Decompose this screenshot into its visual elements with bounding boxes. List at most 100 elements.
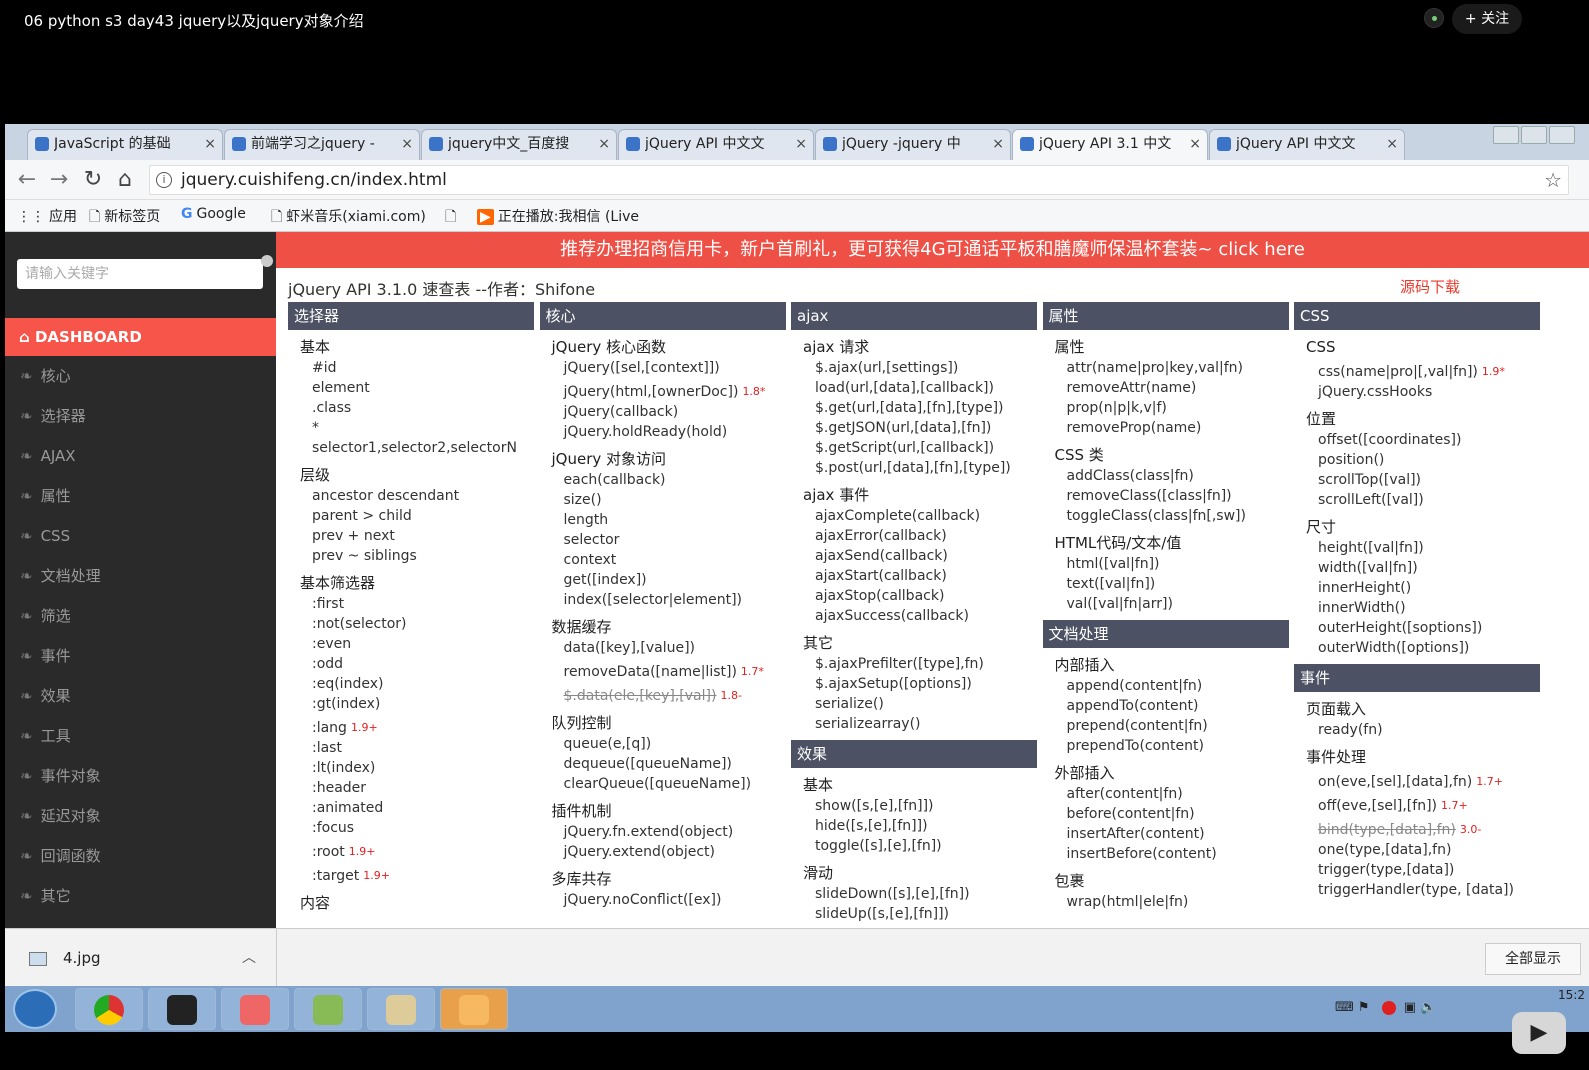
bookmark-6[interactable]: ▶ 正在播放:我相信 (Live [477, 206, 639, 226]
api-link[interactable]: :first [288, 594, 534, 614]
maximize-button[interactable] [1521, 126, 1547, 144]
api-link[interactable]: dequeue([queueName]) [540, 754, 786, 774]
api-link[interactable]: addClass(class|fn) [1043, 466, 1289, 486]
api-link[interactable]: prev ~ siblings [288, 546, 534, 566]
api-link[interactable]: ajaxComplete(callback) [791, 506, 1037, 526]
api-link[interactable]: before(content|fn) [1043, 804, 1289, 824]
scrollbar-thumb[interactable] [261, 255, 273, 267]
api-link[interactable]: $.getScript(url,[callback]) [791, 438, 1037, 458]
promo-banner[interactable]: 推荐办理招商信用卡，新户首刷礼，更可获得4G可通话平板和膳魔师保温杯套装~ cl… [276, 232, 1589, 268]
forward-arrow-icon[interactable]: → [45, 166, 73, 194]
api-link[interactable]: on(eve,[sel],[data],fn) 1.7+ [1294, 772, 1540, 792]
show-all-button[interactable]: 全部显示 [1485, 943, 1581, 975]
chevron-up-icon[interactable]: ︿ [242, 947, 256, 967]
tab-7[interactable]: jQuery API 中文文 × [1209, 129, 1405, 160]
api-link[interactable]: * [288, 418, 534, 438]
api-link[interactable]: length [540, 510, 786, 530]
api-link[interactable]: $.data(ele,[key],[val]) 1.8- [540, 686, 786, 706]
api-link[interactable]: :gt(index) [288, 694, 534, 714]
api-link[interactable]: outerHeight([soptions]) [1294, 618, 1540, 638]
chart-app-taskbar-button[interactable] [294, 988, 362, 1030]
api-link[interactable]: off(eve,[sel],[fn]) 1.7+ [1294, 796, 1540, 816]
api-link[interactable]: :focus [288, 818, 534, 838]
url-text[interactable]: jquery.cuishifeng.cn/index.html [181, 170, 447, 190]
api-link[interactable]: selector1,selector2,selectorN [288, 438, 534, 458]
api-link[interactable]: insertBefore(content) [1043, 844, 1289, 864]
api-link[interactable]: show([s,[e],[fn]]) [791, 796, 1037, 816]
api-link[interactable]: data([key],[value]) [540, 638, 786, 658]
sidebar-item-6[interactable]: ❧ 文档处理 [5, 556, 276, 596]
api-link[interactable]: $.getJSON(url,[data],[fn]) [791, 418, 1037, 438]
api-link[interactable]: appendTo(content) [1043, 696, 1289, 716]
api-link[interactable]: ajaxError(callback) [791, 526, 1037, 546]
record-icon[interactable] [1381, 1000, 1396, 1015]
api-link[interactable]: jQuery.extend(object) [540, 842, 786, 862]
bookmark-4[interactable]: 🗋 虾米音乐(xiami.com) [271, 206, 426, 230]
api-link[interactable]: :animated [288, 798, 534, 818]
api-link[interactable]: .class [288, 398, 534, 418]
api-link[interactable]: :last [288, 738, 534, 758]
api-link[interactable]: :even [288, 634, 534, 654]
api-link[interactable]: prop(n|p|k,v|f) [1043, 398, 1289, 418]
api-link[interactable]: serialize() [791, 694, 1037, 714]
api-link[interactable]: css(name|pro|[,val|fn]) 1.9* [1294, 362, 1540, 382]
api-link[interactable]: innerHeight() [1294, 578, 1540, 598]
api-link[interactable]: slideUp([s,[e],[fn]]) [791, 904, 1037, 924]
api-link[interactable]: html([val|fn]) [1043, 554, 1289, 574]
api-link[interactable]: index([selector|element]) [540, 590, 786, 610]
tab-3[interactable]: jquery中文_百度搜 × [421, 129, 617, 160]
api-link[interactable]: removeAttr(name) [1043, 378, 1289, 398]
api-link[interactable]: offset([coordinates]) [1294, 430, 1540, 450]
api-link[interactable]: ajaxSend(callback) [791, 546, 1037, 566]
api-link[interactable]: :not(selector) [288, 614, 534, 634]
back-arrow-icon[interactable]: ← [13, 166, 41, 194]
bookmark-2[interactable]: 🗋 新标签页 [89, 206, 160, 230]
minimize-button[interactable] [1493, 126, 1519, 144]
api-link[interactable]: :odd [288, 654, 534, 674]
api-link[interactable]: $.ajaxSetup([options]) [791, 674, 1037, 694]
sidebar-item-3[interactable]: ❧ AJAX [5, 436, 276, 476]
api-link[interactable]: jQuery([sel,[context]]) [540, 358, 786, 378]
api-link[interactable]: load(url,[data],[callback]) [791, 378, 1037, 398]
sidebar-dashboard[interactable]: ⌂ DASHBOARD [5, 318, 276, 356]
api-link[interactable]: #id [288, 358, 534, 378]
api-link[interactable]: jQuery(callback) [540, 402, 786, 422]
api-link[interactable]: toggle([s],[e],[fn]) [791, 836, 1037, 856]
api-link[interactable]: after(content|fn) [1043, 784, 1289, 804]
sidebar-item-13[interactable]: ❧ 回调函数 [5, 836, 276, 876]
tab-2[interactable]: 前端学习之jquery - × [224, 129, 420, 160]
sidebar-item-9[interactable]: ❧ 效果 [5, 676, 276, 716]
flag-icon[interactable]: ⚑ [1358, 1000, 1370, 1015]
api-link[interactable]: innerWidth() [1294, 598, 1540, 618]
api-link[interactable]: removeClass([class|fn]) [1043, 486, 1289, 506]
api-link[interactable]: :header [288, 778, 534, 798]
api-link[interactable]: :lt(index) [288, 758, 534, 778]
pycharm-taskbar-button[interactable] [148, 988, 216, 1030]
bookmark-1[interactable]: ⋮⋮ 应用 [17, 206, 77, 226]
home-icon[interactable]: ⌂ [111, 166, 139, 194]
sidebar-item-12[interactable]: ❧ 延迟对象 [5, 796, 276, 836]
api-link[interactable]: :target 1.9+ [288, 866, 534, 886]
api-link[interactable]: scrollLeft([val]) [1294, 490, 1540, 510]
api-link[interactable]: element [288, 378, 534, 398]
api-link[interactable]: jQuery.noConflict([ex]) [540, 890, 786, 910]
api-link[interactable]: bind(type,[data],fn) 3.0- [1294, 820, 1540, 840]
sidebar-item-4[interactable]: ❧ 属性 [5, 476, 276, 516]
api-link[interactable]: jQuery(html,[ownerDoc]) 1.8* [540, 382, 786, 402]
api-link[interactable]: $.ajax(url,[settings]) [791, 358, 1037, 378]
api-link[interactable]: prependTo(content) [1043, 736, 1289, 756]
bookmark-3[interactable]: G Google [181, 206, 246, 222]
api-link[interactable]: get([index]) [540, 570, 786, 590]
api-link[interactable]: ajaxStart(callback) [791, 566, 1037, 586]
download-item[interactable]: 4.jpg [29, 949, 101, 967]
api-link[interactable]: prev + next [288, 526, 534, 546]
api-link[interactable]: serializearray() [791, 714, 1037, 734]
bookmark-star-icon[interactable]: ☆ [1544, 168, 1562, 192]
info-icon[interactable]: i [156, 172, 172, 188]
api-link[interactable]: :lang 1.9+ [288, 718, 534, 738]
sidebar-item-7[interactable]: ❧ 筛选 [5, 596, 276, 636]
address-bar[interactable]: i jquery.cuishifeng.cn/index.html ☆ [149, 165, 1569, 195]
api-link[interactable]: ready(fn) [1294, 720, 1540, 740]
tab-close-icon[interactable]: × [401, 130, 413, 159]
api-link[interactable]: triggerHandler(type, [data]) [1294, 880, 1540, 900]
